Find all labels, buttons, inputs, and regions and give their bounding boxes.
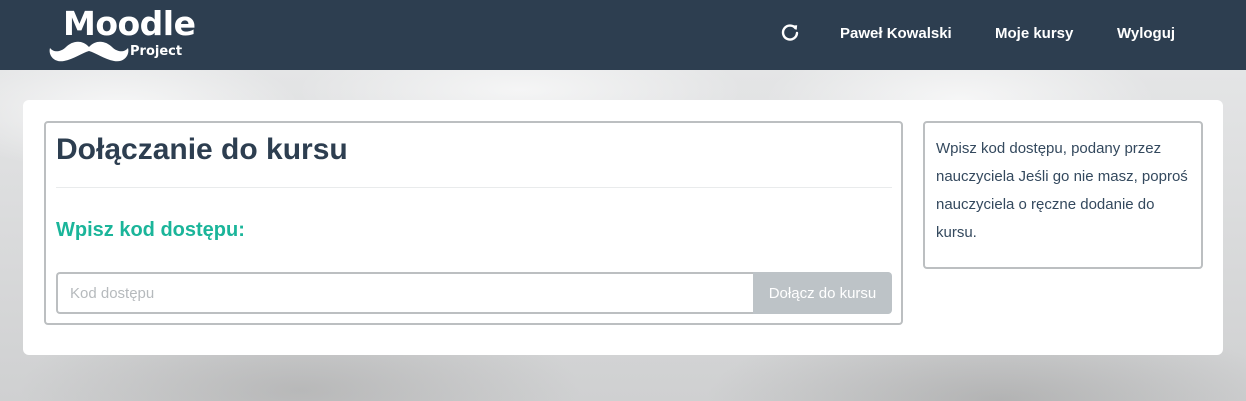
title-divider (56, 187, 892, 188)
nav-user-name[interactable]: Paweł Kowalski (840, 25, 952, 42)
info-panel: Wpisz kod dostępu, podany przez nauczyci… (923, 121, 1203, 269)
refresh-icon[interactable] (780, 22, 800, 42)
mustache-icon (49, 41, 129, 62)
nav-my-courses[interactable]: Moje kursy (995, 25, 1073, 42)
info-text: Wpisz kod dostępu, podany przez nauczyci… (936, 140, 1188, 241)
nav-logout[interactable]: Wyloguj (1117, 25, 1175, 42)
access-code-form: Dołącz do kursu (56, 272, 892, 314)
enrol-panel: Dołączanie do kursu Wpisz kod dostępu: D… (44, 121, 903, 325)
logo-text: Moodle (63, 4, 196, 43)
access-code-heading: Wpisz kod dostępu: (56, 219, 245, 241)
access-code-input[interactable] (56, 272, 755, 314)
moodle-logo[interactable]: Moodle Project (48, 4, 228, 66)
page-title: Dołączanie do kursu (56, 133, 348, 166)
logo-subtext: Project (130, 44, 183, 59)
top-navbar: Moodle Project Paweł Kowalski Moje kursy… (0, 0, 1246, 70)
join-course-button[interactable]: Dołącz do kursu (753, 272, 892, 314)
